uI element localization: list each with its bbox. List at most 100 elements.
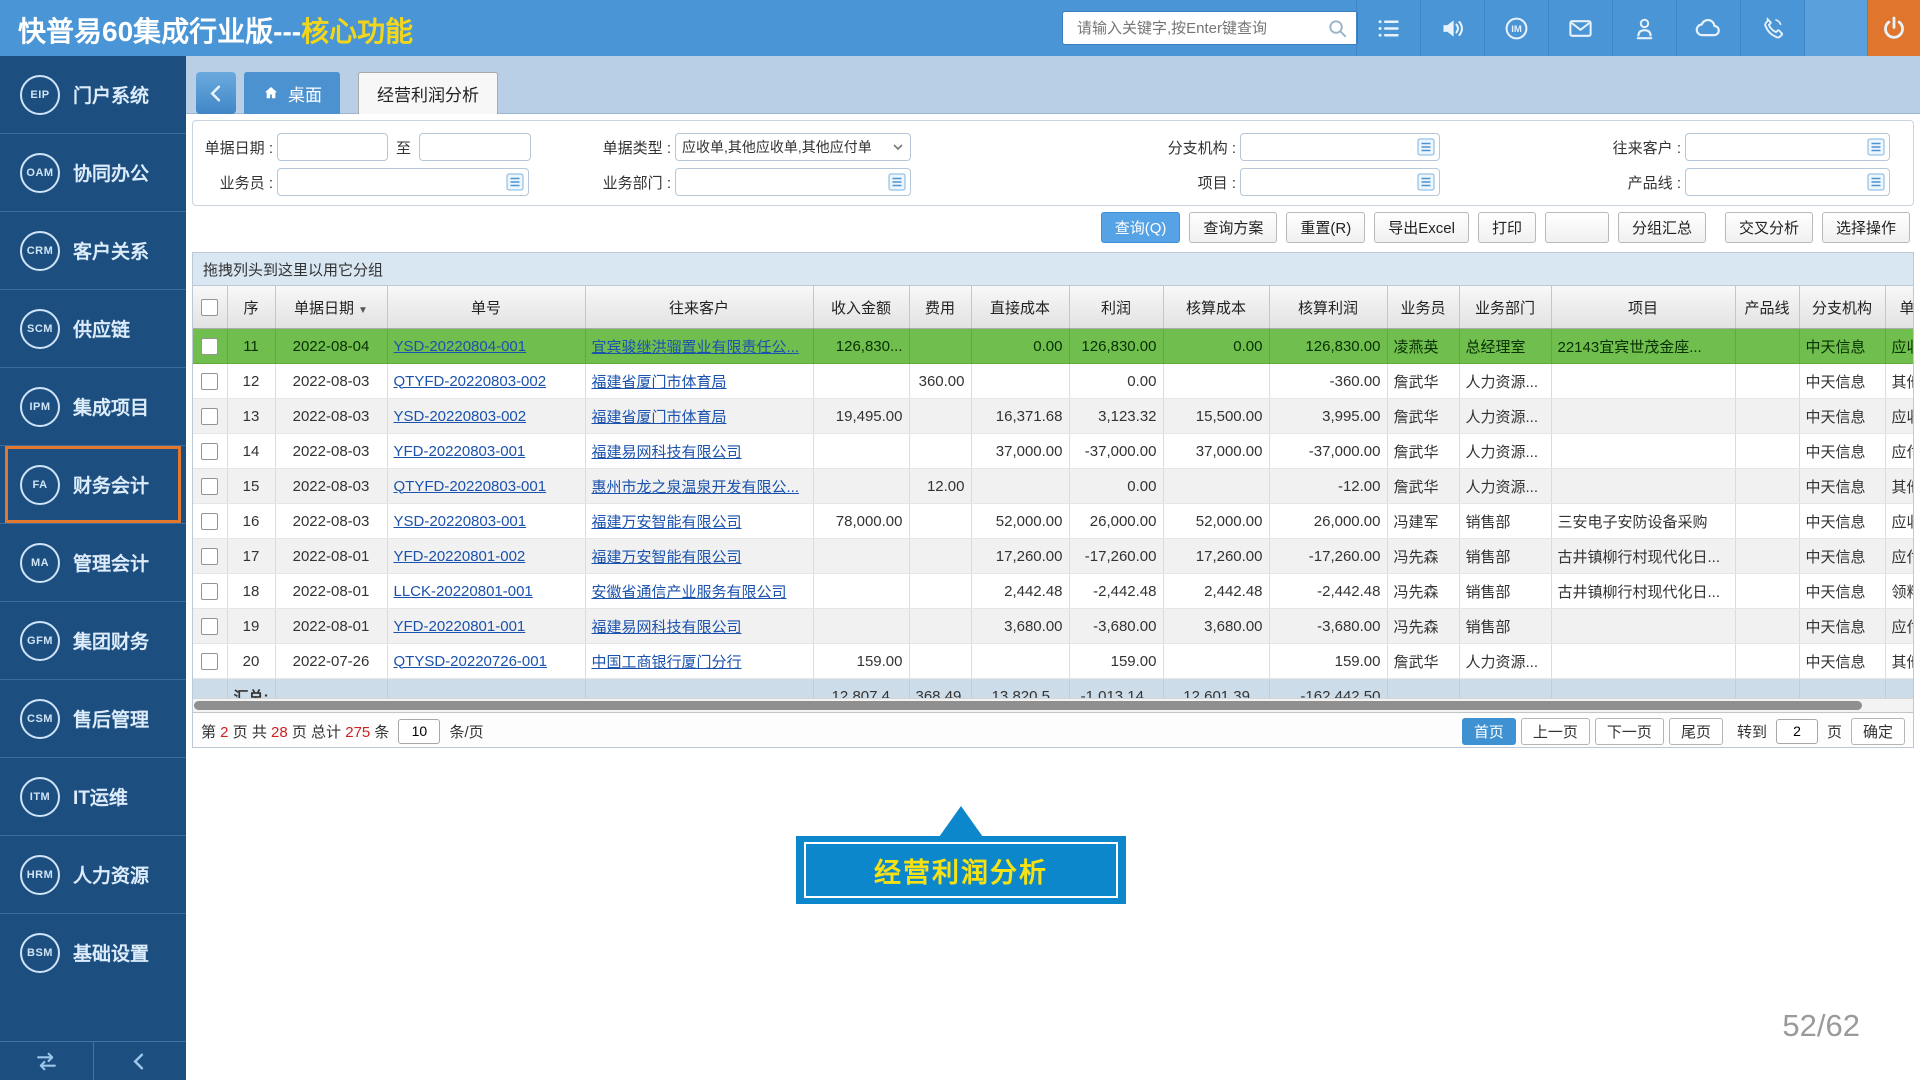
- row-checkbox[interactable]: [201, 373, 218, 390]
- doc-no-link[interactable]: YFD-20220803-001: [394, 443, 526, 460]
- col-header-doc-type[interactable]: 单: [1885, 286, 1913, 329]
- sidebar-item-crm[interactable]: CRM客户关系: [0, 211, 186, 289]
- row-checkbox[interactable]: [201, 443, 218, 460]
- customer-link[interactable]: 福建万安智能有限公司: [592, 514, 742, 531]
- customer-link[interactable]: 福建易网科技有限公司: [592, 619, 742, 636]
- table-row[interactable]: 202022-07-26QTYSD-20220726-001中国工商银行厦门分行…: [193, 644, 1913, 679]
- row-checkbox[interactable]: [201, 583, 218, 600]
- doc-no-link[interactable]: YSD-20220803-002: [394, 408, 527, 425]
- user-icon[interactable]: [1612, 0, 1676, 56]
- group-by-bar[interactable]: 拖拽列头到这里以用它分组: [193, 253, 1913, 286]
- doc-no-link[interactable]: LLCK-20220801-001: [394, 583, 533, 600]
- row-checkbox[interactable]: [201, 408, 218, 425]
- list-icon[interactable]: [1356, 0, 1420, 56]
- doc-no-link[interactable]: YFD-20220801-001: [394, 618, 526, 635]
- customer-link[interactable]: 安徽省通信产业服务有限公司: [592, 584, 787, 601]
- salesman-input[interactable]: [277, 168, 529, 196]
- next-page-button[interactable]: 下一页: [1595, 718, 1664, 745]
- lookup-icon[interactable]: [1417, 138, 1435, 156]
- col-header-department[interactable]: 业务部门: [1459, 286, 1551, 329]
- col-header-salesman[interactable]: 业务员: [1387, 286, 1459, 329]
- cloud-icon[interactable]: [1676, 0, 1740, 56]
- sidebar-item-hrm[interactable]: HRM人力资源: [0, 835, 186, 913]
- scrollbar-thumb[interactable]: [194, 701, 1862, 710]
- doc-no-link[interactable]: YSD-20220803-001: [394, 513, 527, 530]
- blank-button[interactable]: [1804, 0, 1867, 56]
- lookup-icon[interactable]: [506, 173, 524, 191]
- goto-confirm-button[interactable]: 确定: [1851, 718, 1905, 745]
- table-row[interactable]: 152022-08-03QTYFD-20220803-001惠州市龙之泉温泉开发…: [193, 469, 1913, 504]
- customer-link[interactable]: 福建省厦门市体育局: [592, 374, 727, 391]
- col-header-customer[interactable]: 往来客户: [585, 286, 813, 329]
- export-excel-button[interactable]: 导出Excel: [1374, 212, 1469, 243]
- speaker-icon[interactable]: [1420, 0, 1484, 56]
- col-header-account-profit[interactable]: 核算利润: [1269, 286, 1387, 329]
- table-row[interactable]: 162022-08-03YSD-20220803-001福建万安智能有限公司78…: [193, 504, 1913, 539]
- cross-analysis-button[interactable]: 交叉分析: [1725, 212, 1813, 243]
- lookup-icon[interactable]: [1867, 173, 1885, 191]
- query-plan-button[interactable]: 查询方案: [1189, 212, 1277, 243]
- branch-input[interactable]: [1240, 133, 1440, 161]
- last-page-button[interactable]: 尾页: [1669, 718, 1723, 745]
- col-header-account-cost[interactable]: 核算成本: [1163, 286, 1269, 329]
- col-header-branch[interactable]: 分支机构: [1799, 286, 1885, 329]
- goto-page-input[interactable]: [1776, 719, 1818, 744]
- search-input[interactable]: [1075, 19, 1326, 38]
- table-row[interactable]: 112022-08-04YSD-20220804-001宜宾骏继洪骝置业有限责任…: [193, 329, 1913, 364]
- print-button[interactable]: 打印: [1478, 212, 1536, 243]
- table-row[interactable]: 122022-08-03QTYFD-20220803-002福建省厦门市体育局3…: [193, 364, 1913, 399]
- customer-input[interactable]: [1685, 133, 1890, 161]
- first-page-button[interactable]: 首页: [1462, 718, 1516, 745]
- customer-link[interactable]: 福建万安智能有限公司: [592, 549, 742, 566]
- horizontal-scrollbar[interactable]: [193, 698, 1913, 712]
- sidebar-item-gfm[interactable]: GFM集团财务: [0, 601, 186, 679]
- group-summary-button[interactable]: 分组汇总: [1618, 212, 1706, 243]
- sidebar-item-bsm[interactable]: BSM基础设置: [0, 913, 186, 991]
- select-operation-button[interactable]: 选择操作: [1822, 212, 1910, 243]
- collapse-sidebar-icon[interactable]: [93, 1042, 187, 1080]
- customer-link[interactable]: 福建省厦门市体育局: [592, 409, 727, 426]
- col-header-seq[interactable]: 序: [227, 286, 275, 329]
- product-line-input[interactable]: [1685, 168, 1890, 196]
- col-header-expense[interactable]: 费用: [909, 286, 971, 329]
- power-icon[interactable]: [1867, 0, 1920, 56]
- page-size-input[interactable]: [398, 719, 440, 744]
- customer-link[interactable]: 宜宾骏继洪骝置业有限责任公...: [592, 339, 800, 356]
- col-header-product-line[interactable]: 产品线: [1735, 286, 1799, 329]
- row-checkbox[interactable]: [201, 513, 218, 530]
- customer-link[interactable]: 福建易网科技有限公司: [592, 444, 742, 461]
- row-checkbox[interactable]: [201, 478, 218, 495]
- col-header-date[interactable]: 单据日期▼: [275, 286, 387, 329]
- select-all-checkbox[interactable]: [201, 299, 218, 316]
- sidebar-item-scm[interactable]: SCM供应链: [0, 289, 186, 367]
- doc-no-link[interactable]: YSD-20220804-001: [394, 338, 527, 355]
- col-header-profit[interactable]: 利润: [1069, 286, 1163, 329]
- table-row[interactable]: 132022-08-03YSD-20220803-002福建省厦门市体育局19,…: [193, 399, 1913, 434]
- lookup-icon[interactable]: [1867, 138, 1885, 156]
- tab-back-button[interactable]: [196, 72, 236, 114]
- sidebar-item-ma[interactable]: MA管理会计: [0, 523, 186, 601]
- col-header-doc-no[interactable]: 单号: [387, 286, 585, 329]
- table-row[interactable]: 142022-08-03YFD-20220803-001福建易网科技有限公司37…: [193, 434, 1913, 469]
- prev-page-button[interactable]: 上一页: [1521, 718, 1590, 745]
- lookup-icon[interactable]: [888, 173, 906, 191]
- doc-no-link[interactable]: QTYSD-20220726-001: [394, 653, 547, 670]
- row-checkbox[interactable]: [201, 338, 218, 355]
- doc-no-link[interactable]: QTYFD-20220803-001: [394, 478, 547, 495]
- col-header-income[interactable]: 收入金额: [813, 286, 909, 329]
- mail-icon[interactable]: [1548, 0, 1612, 56]
- customer-link[interactable]: 惠州市龙之泉温泉开发有限公...: [592, 479, 800, 496]
- query-button[interactable]: 查询(Q): [1101, 212, 1181, 243]
- sidebar-item-csm[interactable]: CSM售后管理: [0, 679, 186, 757]
- col-header-project[interactable]: 项目: [1551, 286, 1735, 329]
- row-checkbox[interactable]: [201, 618, 218, 635]
- row-checkbox[interactable]: [201, 548, 218, 565]
- date-from-input[interactable]: [277, 133, 388, 161]
- swap-icon[interactable]: [0, 1042, 93, 1080]
- col-header-direct-cost[interactable]: 直接成本: [971, 286, 1069, 329]
- table-row[interactable]: 182022-08-01LLCK-20220801-001安徽省通信产业服务有限…: [193, 574, 1913, 609]
- sidebar-item-ipm[interactable]: IPM集成项目: [0, 367, 186, 445]
- sidebar-item-eip[interactable]: EIP门户系统: [0, 56, 186, 133]
- table-row[interactable]: 192022-08-01YFD-20220801-001福建易网科技有限公司3,…: [193, 609, 1913, 644]
- sidebar-item-itm[interactable]: ITMIT运维: [0, 757, 186, 835]
